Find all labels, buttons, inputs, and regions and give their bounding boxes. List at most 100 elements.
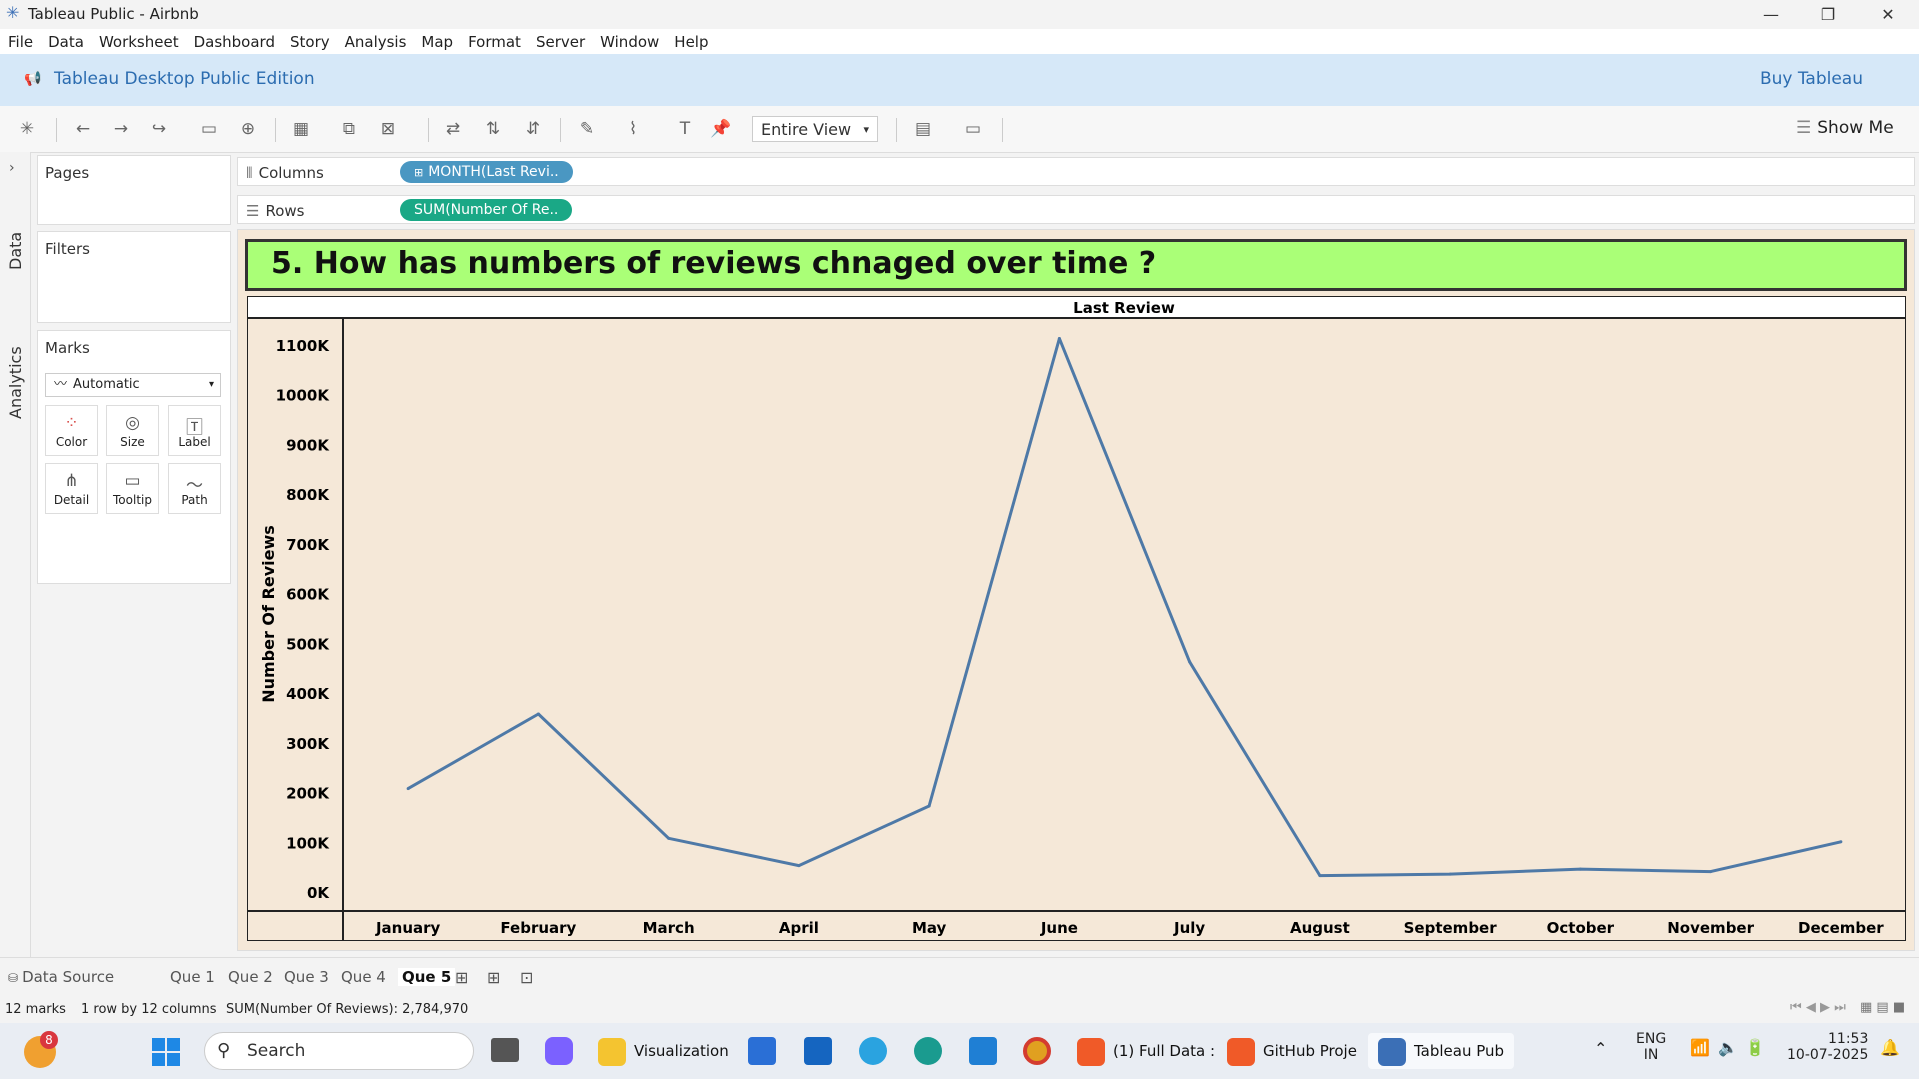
show-cards-icon[interactable]: ▤ [910, 116, 936, 142]
data-point[interactable] [1318, 874, 1322, 878]
new-dashboard-tab-icon[interactable]: ⊞ [487, 968, 500, 987]
marks-color-button[interactable]: ⁘ Color [45, 405, 98, 456]
task-view-icon[interactable] [491, 1038, 519, 1062]
menu-server[interactable]: Server [528, 29, 592, 51]
language-indicator[interactable]: ENG IN [1636, 1031, 1666, 1063]
pages-card[interactable]: Pages [37, 155, 231, 225]
taskbar-app-explorer[interactable]: Visualization [598, 1033, 729, 1069]
tab-que-1[interactable]: Que 1 [170, 968, 215, 986]
sheet-view-icon[interactable]: ▦ ▤ ■ [1860, 1000, 1905, 1015]
data-point[interactable] [406, 787, 410, 791]
menu-help[interactable]: Help [666, 29, 715, 51]
sheet-nav-icon[interactable]: ⏮ ◀ ▶ ⏭ [1790, 1000, 1846, 1015]
ai-app-icon[interactable] [804, 1037, 832, 1065]
undo-icon[interactable]: ← [70, 116, 96, 142]
menu-story[interactable]: Story [282, 29, 337, 51]
minimize-icon[interactable]: — [1743, 0, 1799, 29]
duplicate-sheet-icon[interactable]: ⧉ [336, 116, 362, 142]
marks-path-button[interactable]: 〜 Path [168, 463, 221, 514]
menu-dashboard[interactable]: Dashboard [186, 29, 282, 51]
tab-data[interactable]: Data [6, 232, 25, 270]
filters-card[interactable]: Filters [37, 231, 231, 323]
group-icon[interactable]: ⌇ [620, 116, 646, 142]
columns-pill[interactable]: ⊞ MONTH(Last Revi.. [400, 161, 573, 183]
marks-label-button[interactable]: 🅃 Label [168, 405, 221, 456]
taskbar-app-tableau[interactable]: Tableau Pub [1368, 1033, 1515, 1069]
replay-icon[interactable]: ↪ [146, 116, 172, 142]
tab-que-5[interactable]: Que 5 [398, 968, 456, 986]
chrome-icon[interactable] [1023, 1037, 1051, 1065]
series-line[interactable] [407, 337, 1842, 878]
data-point[interactable] [1839, 840, 1843, 844]
highlight-icon[interactable]: ✎ [574, 116, 600, 142]
show-me-button[interactable]: ☰ Show Me [1796, 118, 1894, 138]
toolbar-divider [275, 118, 276, 142]
data-point[interactable] [1709, 870, 1713, 874]
tab-que-3[interactable]: Que 3 [284, 968, 329, 986]
menu-format[interactable]: Format [460, 29, 528, 51]
redo-icon[interactable]: → [108, 116, 134, 142]
menu-analysis[interactable]: Analysis [337, 29, 414, 51]
clear-sheet-icon[interactable]: ⊠ [375, 116, 401, 142]
menu-worksheet[interactable]: Worksheet [91, 29, 186, 51]
swap-icon[interactable]: ⇄ [440, 116, 466, 142]
data-point[interactable] [797, 864, 801, 868]
close-icon[interactable]: ✕ [1860, 0, 1916, 29]
tab-analytics[interactable]: Analytics [6, 346, 25, 419]
fit-select[interactable]: Entire View ▾ [752, 116, 878, 142]
menu-map[interactable]: Map [413, 29, 460, 51]
taskbar-app-brave-1[interactable]: (1) Full Data : [1077, 1033, 1215, 1069]
pin-icon[interactable]: 📌 [708, 116, 734, 142]
line-chart[interactable]: Last Review Number Of Reviews 0K 100K 200K… [247, 296, 1906, 941]
new-datasource-icon[interactable]: ⊕ [235, 116, 261, 142]
tab-data-source[interactable]: ⛁ Data Source [8, 968, 114, 986]
data-point[interactable] [1188, 660, 1192, 664]
menu-data[interactable]: Data [40, 29, 91, 51]
y-tick-label: 0K [307, 884, 330, 902]
tab-que-4[interactable]: Que 4 [341, 968, 386, 986]
battery-icon[interactable]: 🔋 [1745, 1038, 1765, 1057]
tableau-logo-icon[interactable]: ✳ [14, 116, 40, 142]
taskbar-search[interactable]: ⚲ Search [204, 1032, 474, 1070]
menu-window[interactable]: Window [592, 29, 666, 51]
tab-que-2[interactable]: Que 2 [228, 968, 273, 986]
sort-ascending-icon[interactable]: ⇅ [480, 116, 506, 142]
columns-pill-text: MONTH(Last Revi.. [428, 164, 559, 180]
menu-file[interactable]: File [0, 29, 40, 51]
wifi-icon[interactable]: 📶 [1690, 1038, 1710, 1057]
expand-chevron-icon[interactable]: › [9, 160, 15, 176]
save-icon[interactable]: ▭ [196, 116, 222, 142]
sort-descending-icon[interactable]: ⇵ [520, 116, 546, 142]
mark-type-select[interactable]: 〰 Automatic ▾ [45, 373, 221, 397]
vscode-icon[interactable] [969, 1037, 997, 1065]
data-point[interactable] [536, 712, 540, 716]
show-labels-icon[interactable]: T [672, 116, 698, 142]
presentation-icon[interactable]: ▭ [960, 116, 986, 142]
taskbar-app-brave-2[interactable]: GitHub Proje [1227, 1033, 1357, 1069]
columns-shelf[interactable]: ⦀ Columns ⊞ MONTH(Last Revi.. [237, 157, 1915, 186]
marks-size-button[interactable]: ◎ Size [106, 405, 159, 456]
marks-detail-button[interactable]: ⋔ Detail [45, 463, 98, 514]
new-worksheet-icon[interactable]: ▦ [288, 116, 314, 142]
new-story-tab-icon[interactable]: ⊡ [520, 968, 533, 987]
buy-tableau-link[interactable]: Buy Tableau [1760, 69, 1863, 89]
data-point[interactable] [1057, 337, 1061, 341]
store-icon[interactable] [748, 1037, 776, 1065]
rows-shelf[interactable]: ☰ Rows SUM(Number Of Re.. [237, 195, 1915, 224]
data-point[interactable] [667, 836, 671, 840]
restore-icon[interactable]: ❐ [1800, 0, 1856, 29]
edge-icon[interactable] [914, 1037, 942, 1065]
clock[interactable]: 11:53 10-07-2025 [1787, 1031, 1868, 1063]
data-point[interactable] [1578, 867, 1582, 871]
notifications-icon[interactable]: 🔔 [1880, 1038, 1900, 1057]
data-point[interactable] [927, 804, 931, 808]
volume-icon[interactable]: 🔈 [1718, 1038, 1738, 1057]
new-worksheet-tab-icon[interactable]: ⊞ [455, 968, 468, 987]
rows-pill[interactable]: SUM(Number Of Re.. [400, 199, 573, 221]
telegram-icon[interactable] [859, 1037, 887, 1065]
marks-tooltip-button[interactable]: ▭ Tooltip [106, 463, 159, 514]
windows-start-icon[interactable] [152, 1038, 180, 1066]
data-point[interactable] [1448, 872, 1452, 876]
copilot-icon[interactable] [545, 1037, 573, 1065]
chevron-up-icon[interactable]: ⌃ [1594, 1039, 1607, 1058]
